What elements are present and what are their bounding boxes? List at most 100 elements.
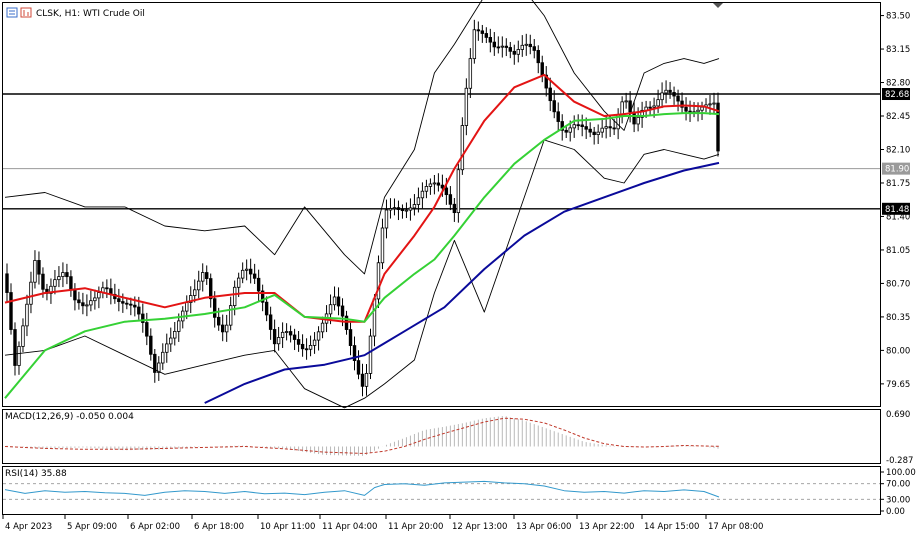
rsi-tick-label: 0.00 (886, 507, 905, 517)
candle-body (548, 87, 552, 102)
chart-title: CLSK, H1: WTI Crude Oil (36, 9, 145, 19)
rsi-tick-label: 30.00 (886, 495, 910, 505)
candle-body (580, 124, 584, 127)
candle-body (89, 300, 93, 306)
chart-bars-icon[interactable] (20, 7, 32, 18)
candle-body (256, 277, 261, 292)
candle-body (5, 273, 9, 293)
candle-body (360, 373, 365, 387)
price-tick-label: 79.65 (886, 380, 910, 390)
candle-body (476, 29, 481, 32)
candle-body (336, 296, 341, 307)
candle-body (125, 302, 129, 305)
macd-layer (4, 416, 720, 456)
price-tick-label: 80.70 (886, 279, 910, 289)
time-tick-label: 17 Apr 08:00 (708, 522, 763, 532)
time-tick-label: 13 Apr 22:00 (579, 522, 634, 532)
candle-body (572, 124, 576, 129)
ma-slow-line (204, 161, 720, 404)
candle-body (105, 287, 109, 290)
candle-body (516, 49, 520, 55)
candle-body (636, 116, 640, 125)
candle-body (368, 335, 373, 374)
candle-body (272, 329, 277, 345)
candle-body (464, 87, 469, 126)
candle-body (508, 47, 512, 52)
candle-body (604, 126, 608, 129)
candle-body (185, 302, 189, 312)
candle-body (81, 302, 85, 307)
candle-body (232, 286, 237, 307)
candle-body (252, 273, 257, 279)
candle-body (524, 43, 528, 46)
candle-body (9, 292, 13, 330)
candle-body (424, 186, 429, 192)
candle-body (213, 298, 217, 318)
time-tick-label: 6 Apr 18:00 (194, 522, 244, 532)
candle-body (656, 99, 660, 107)
candle-body (209, 278, 213, 300)
candle-body (436, 182, 441, 186)
macd-panel-frame (2, 409, 881, 464)
candle-body (584, 126, 588, 130)
candle-body (316, 331, 321, 341)
time-tick-label: 10 Apr 11:00 (260, 522, 315, 532)
chart-toolbar-icon[interactable] (6, 7, 18, 18)
time-tick-label: 6 Apr 02:00 (130, 522, 180, 532)
time-tick-label: 5 Apr 09:00 (67, 522, 117, 532)
scroll-marker-icon[interactable] (713, 3, 723, 8)
candle-body (69, 276, 73, 290)
axis-layer: 83.5083.1582.8082.4582.1081.7581.4081.05… (2, 12, 916, 532)
candle-body (676, 95, 680, 102)
candle-body (328, 304, 333, 315)
candle-body (708, 103, 712, 106)
candle-body (37, 260, 41, 275)
candle-body (77, 299, 81, 304)
candle-body (53, 279, 57, 287)
candle-body (536, 50, 540, 64)
candle-body (288, 331, 293, 336)
candle-body (173, 331, 177, 339)
candle-body (93, 297, 97, 302)
candle-body (312, 339, 317, 346)
candle-body (13, 329, 17, 366)
candle-body (388, 208, 393, 211)
candle-body (149, 335, 153, 355)
candle-body (244, 268, 249, 271)
candle-body (492, 41, 497, 48)
candle-body (596, 131, 600, 136)
candle-body (364, 373, 369, 387)
price-tick-label: 81.05 (886, 246, 910, 256)
candle-body (452, 203, 457, 214)
candle-body (201, 272, 205, 282)
candle-body (528, 43, 532, 48)
candle-body (304, 348, 309, 351)
candle-body (220, 324, 225, 333)
chart-canvas: 83.5083.1582.8082.4582.1081.7581.4081.05… (2, 0, 916, 532)
candle-body (396, 207, 401, 210)
candle-body (236, 277, 241, 288)
rsi-panel-frame (2, 466, 881, 515)
candle-body (496, 46, 501, 49)
candle-body (688, 110, 692, 113)
candle-body (392, 207, 397, 210)
main-price-layer (3, 0, 880, 409)
candle-body (284, 331, 289, 333)
candle-body (217, 316, 221, 326)
candle-body (500, 45, 505, 48)
rsi-tick-label: 100.00 (886, 468, 916, 478)
candle-body (308, 344, 313, 350)
rsi-label: RSI(14) 35.88 (5, 469, 67, 479)
candle-body (224, 324, 229, 333)
time-tick-label: 12 Apr 13:00 (452, 522, 507, 532)
macd-tick-label: -0.287 (886, 456, 913, 466)
candle-body (97, 292, 101, 299)
candle-body (340, 305, 345, 317)
candle-body (504, 45, 508, 48)
candle-body (25, 303, 29, 327)
candle-body (193, 289, 197, 296)
candle-body (432, 182, 437, 185)
price-tag-label: 82.68 (885, 90, 909, 100)
candle-body (440, 184, 445, 189)
candle-body (608, 126, 612, 129)
